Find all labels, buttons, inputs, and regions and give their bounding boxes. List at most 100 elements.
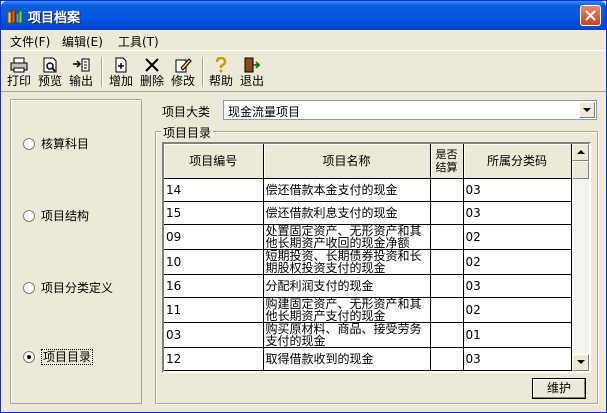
- help-label: 帮助: [208, 74, 233, 88]
- option-accounting-subject[interactable]: 核算科目: [23, 135, 89, 152]
- category-value: 现金流量项目: [228, 105, 301, 119]
- toolbar-separator: [101, 57, 103, 87]
- preview-icon: [43, 57, 57, 73]
- cell-class[interactable]: 03: [463, 347, 572, 371]
- cell-code[interactable]: 10: [164, 249, 264, 275]
- add-label: 增加: [108, 74, 133, 88]
- cell-code[interactable]: 16: [164, 274, 264, 298]
- radio-button[interactable]: [23, 138, 35, 150]
- directory-group-label: 项目目录: [161, 124, 214, 141]
- cell-code[interactable]: 09: [164, 224, 264, 250]
- exit-door-icon: [244, 57, 261, 73]
- delete-label: 删除: [139, 74, 164, 88]
- close-button[interactable]: [580, 5, 601, 26]
- cell-code[interactable]: 08: [164, 370, 264, 371]
- table-row[interactable]: 15 偿还借款利息支付的现金 03: [164, 201, 572, 225]
- add-button[interactable]: 增加: [106, 54, 136, 90]
- cell-code[interactable]: 12: [164, 347, 264, 371]
- cell-code[interactable]: 11: [164, 297, 264, 323]
- table-row[interactable]: 10 短期投资、长期债券投资和长期股权投资支付的现金 02: [164, 249, 572, 275]
- option-category-definition[interactable]: 项目分类定义: [23, 279, 113, 296]
- column-header-settled[interactable]: 是否结算: [430, 144, 464, 179]
- radio-button[interactable]: [23, 282, 35, 294]
- column-header-name[interactable]: 项目名称: [263, 144, 431, 179]
- arrow-up-icon: [577, 150, 585, 154]
- option-label: 项目分类定义: [41, 281, 114, 295]
- cell-name[interactable]: 偿还借款本金支付的现金: [263, 178, 431, 202]
- modify-button[interactable]: 修改: [168, 54, 198, 90]
- exit-label: 退出: [239, 74, 264, 88]
- export-button[interactable]: 输出: [66, 54, 96, 90]
- cell-class[interactable]: 02: [463, 297, 572, 323]
- cell-settled[interactable]: [430, 178, 464, 202]
- help-button[interactable]: 帮助: [206, 54, 236, 90]
- cell-name[interactable]: 短期投资、长期债券投资和长期股权投资支付的现金: [263, 249, 431, 275]
- cell-class[interactable]: 03: [463, 201, 572, 225]
- vertical-scrollbar[interactable]: [572, 144, 589, 371]
- column-header-settled-label: 是否结算: [435, 147, 458, 174]
- menu-file[interactable]: 文件(F): [10, 33, 50, 50]
- arrow-down-icon: [577, 360, 585, 364]
- cell-class[interactable]: 03: [463, 274, 572, 298]
- table-row[interactable]: 12 取得借款收到的现金 03: [164, 347, 572, 371]
- column-header-code[interactable]: 项目编号: [164, 144, 264, 179]
- column-header-class[interactable]: 所属分类码: [463, 144, 572, 179]
- dropdown-button[interactable]: [579, 102, 595, 118]
- cell-name[interactable]: 处置固定资产、无形资产和其他长期资产收回的现金净额: [263, 224, 431, 250]
- cell-name[interactable]: 取得投资收益收到的现金: [263, 370, 431, 371]
- menu-edit[interactable]: 编辑(E): [62, 33, 103, 50]
- category-select[interactable]: 现金流量项目: [223, 100, 597, 120]
- table-row[interactable]: 08取得投资收益收到的现金 02: [164, 370, 572, 371]
- cell-settled[interactable]: [430, 274, 464, 298]
- scroll-up-button[interactable]: [572, 144, 589, 161]
- delete-icon: [145, 58, 159, 72]
- exit-button[interactable]: 退出: [237, 54, 267, 90]
- cell-class[interactable]: 03: [463, 178, 572, 202]
- cell-name[interactable]: 分配利润支付的现金: [263, 274, 431, 298]
- export-label: 输出: [68, 74, 93, 88]
- menu-bar: 文件(F) 编辑(E) 工具(T): [1, 30, 606, 50]
- archive-app-icon: [7, 9, 23, 24]
- cell-name[interactable]: 偿还借款利息支付的现金: [263, 201, 431, 225]
- option-label: 项目目录: [41, 349, 94, 365]
- cell-class[interactable]: 01: [463, 322, 572, 348]
- option-project-directory[interactable]: 项目目录: [23, 348, 94, 365]
- option-project-structure[interactable]: 项目结构: [23, 207, 89, 224]
- scroll-down-button[interactable]: [572, 354, 589, 371]
- close-icon: [585, 10, 596, 21]
- menu-tools[interactable]: 工具(T): [118, 33, 159, 50]
- preview-button[interactable]: 预览: [35, 54, 65, 90]
- delete-button[interactable]: 删除: [137, 54, 167, 90]
- table-row[interactable]: 16 分配利润支付的现金 03: [164, 274, 572, 298]
- cell-code[interactable]: 15: [164, 201, 264, 225]
- print-button[interactable]: 打印: [4, 54, 34, 90]
- cell-code[interactable]: 14: [164, 178, 264, 202]
- radio-button-selected[interactable]: [23, 351, 35, 363]
- cell-settled[interactable]: [430, 224, 464, 250]
- cell-code[interactable]: 03: [164, 322, 264, 348]
- cell-settled[interactable]: [430, 322, 464, 348]
- cell-settled[interactable]: [430, 370, 464, 371]
- cell-settled[interactable]: [430, 201, 464, 225]
- cell-name[interactable]: 购买原材料、商品、接受劳务支付的现金: [263, 322, 431, 348]
- maintain-button[interactable]: 维护: [532, 378, 586, 399]
- cell-class[interactable]: 02: [463, 224, 572, 250]
- cell-name[interactable]: 购建固定资产、无形资产和其他长期资产支付的现金: [263, 297, 431, 323]
- printer-icon: [10, 57, 28, 73]
- radio-button[interactable]: [23, 210, 35, 222]
- cell-settled[interactable]: [430, 249, 464, 275]
- cell-settled[interactable]: [430, 297, 464, 323]
- table-row[interactable]: 11 购建固定资产、无形资产和其他长期资产支付的现金 02: [164, 297, 572, 323]
- cell-class[interactable]: 02: [463, 370, 572, 371]
- cell-class[interactable]: 02: [463, 249, 572, 275]
- table-row[interactable]: 14 偿还借款本金支付的现金 03: [164, 178, 572, 202]
- scroll-thumb[interactable]: [572, 161, 589, 179]
- directory-grid[interactable]: 项目编号 项目名称 是否结算 所属分类码 14 偿还借款本金支付的现金 03 15 偿还…: [162, 142, 591, 373]
- cell-settled[interactable]: [430, 347, 464, 371]
- cell-name[interactable]: 取得借款收到的现金: [263, 347, 431, 371]
- table-row[interactable]: 09 处置固定资产、无形资产和其他长期资产收回的现金净额 02: [164, 224, 572, 250]
- table-row[interactable]: 03 购买原材料、商品、接受劳务支付的现金 01: [164, 322, 572, 348]
- new-document-icon: [115, 57, 127, 73]
- help-icon: [215, 57, 227, 73]
- title-bar[interactable]: 项目档案: [1, 1, 606, 30]
